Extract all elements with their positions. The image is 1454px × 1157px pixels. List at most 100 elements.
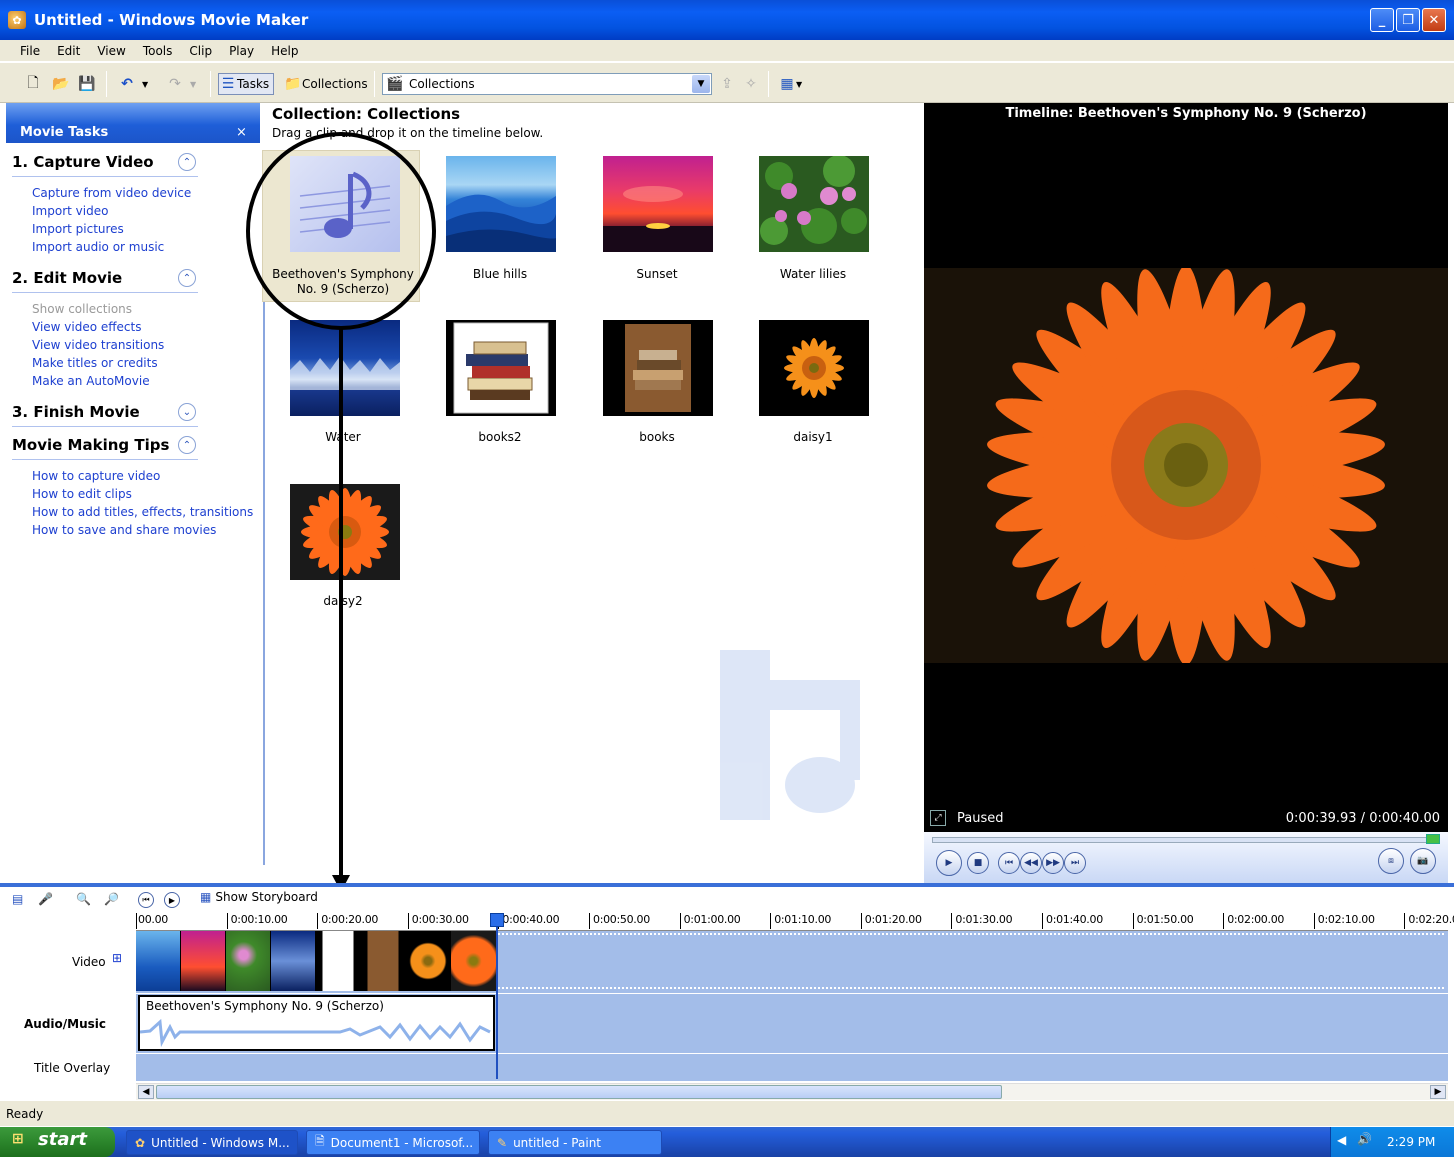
timeline-clip-sunset[interactable]	[181, 931, 226, 991]
restore-button[interactable]: ❐	[1396, 8, 1420, 32]
link-view-video-transitions[interactable]: View video transitions	[32, 338, 164, 352]
books2-image	[453, 322, 549, 414]
link-how-save[interactable]: How to save and share movies	[32, 523, 216, 537]
timeline-playhead[interactable]	[496, 913, 498, 1079]
menu-tools[interactable]: Tools	[143, 44, 173, 58]
minimize-button[interactable]: _	[1370, 8, 1394, 32]
zoom-in-icon[interactable]: 🔍	[76, 892, 91, 906]
scroll-right-icon[interactable]: ▶	[1430, 1085, 1446, 1099]
section-finish-movie[interactable]: 3. Finish Movie	[12, 403, 140, 421]
play-button[interactable]: ▶	[936, 850, 962, 876]
take-picture-button[interactable]: 📷	[1410, 848, 1436, 874]
title-overlay-track[interactable]	[136, 1054, 1448, 1081]
rewind-button[interactable]: ◀◀	[1020, 852, 1042, 874]
scroll-thumb[interactable]	[156, 1085, 1002, 1099]
tray-expand-icon[interactable]: ◀	[1337, 1133, 1346, 1147]
daisy-preview-image	[924, 103, 1448, 803]
open-project-button[interactable]: 📂	[52, 73, 70, 95]
timeline-ruler[interactable]: 00.00 0:00:10.00 0:00:20.00 0:00:30.00 0:00:…	[136, 913, 1454, 931]
clip-books2[interactable]	[446, 320, 556, 416]
menu-play[interactable]: Play	[229, 44, 254, 58]
collection-select[interactable]: 🎬 Collections ▼	[382, 73, 712, 95]
link-capture-from-device[interactable]: Capture from video device	[32, 186, 191, 200]
forward-button[interactable]: ▶▶	[1042, 852, 1064, 874]
views-button[interactable]: ▦ ▼	[778, 73, 802, 95]
audio-clip-beethoven[interactable]: Beethoven's Symphony No. 9 (Scherzo)	[138, 995, 495, 1051]
start-button[interactable]: ⊞ start	[0, 1127, 115, 1157]
timeline-horizontal-scrollbar[interactable]: ◀ ▶	[136, 1083, 1448, 1100]
link-import-video[interactable]: Import video	[32, 204, 108, 218]
link-how-capture[interactable]: How to capture video	[32, 469, 160, 483]
taskbar-item-word[interactable]: 🗎 Document1 - Microsof...	[306, 1130, 480, 1155]
section-edit-movie[interactable]: 2. Edit Movie	[12, 269, 122, 287]
link-import-pictures[interactable]: Import pictures	[32, 222, 124, 236]
tasks-toggle-button[interactable]: ☰ Tasks	[218, 73, 275, 95]
chevron-up-icon[interactable]: ⌃	[178, 153, 196, 171]
timeline-clip-books[interactable]	[361, 931, 406, 991]
video-track[interactable]	[136, 931, 1448, 993]
menu-help[interactable]: Help	[271, 44, 298, 58]
set-audio-levels-icon[interactable]: ▤	[12, 892, 23, 906]
chevron-up-icon[interactable]: ⌃	[178, 436, 196, 454]
audio-music-track[interactable]: Beethoven's Symphony No. 9 (Scherzo)	[136, 994, 1448, 1053]
taskbar-item-movie-maker[interactable]: ✿ Untitled - Windows M...	[126, 1130, 298, 1155]
ruler-tick-line	[226, 913, 228, 929]
annotation-overlay	[246, 132, 436, 892]
expand-video-track-icon[interactable]: ⊞	[112, 951, 122, 965]
split-clip-button[interactable]: ⧈	[1378, 848, 1404, 874]
menu-edit[interactable]: Edit	[57, 44, 80, 58]
chevron-down-icon: ▼	[692, 75, 710, 93]
menu-file[interactable]: File	[20, 44, 40, 58]
section-capture-video[interactable]: 1. Capture Video	[12, 153, 154, 171]
timeline-clip-water[interactable]	[271, 931, 316, 991]
clip-water-lilies[interactable]	[759, 156, 869, 252]
play-timeline-icon[interactable]: ▶	[164, 892, 180, 908]
clip-blue-hills[interactable]	[446, 156, 556, 252]
water-lilies-image	[760, 156, 867, 245]
storyboard-icon: ▦	[200, 890, 212, 904]
stop-button[interactable]: ■	[967, 852, 989, 874]
new-collection-button[interactable]: ✧	[742, 73, 760, 95]
section-movie-making-tips[interactable]: Movie Making Tips	[12, 436, 169, 454]
timeline-clip-daisy2[interactable]	[451, 931, 496, 991]
seek-slider[interactable]	[1426, 834, 1440, 844]
fullscreen-icon[interactable]: ⤢	[930, 810, 946, 826]
collections-toggle-button[interactable]: 📁 Collections	[284, 73, 367, 95]
new-project-button[interactable]: 🗋	[24, 73, 42, 95]
scroll-left-icon[interactable]: ◀	[138, 1085, 154, 1099]
clip-daisy1[interactable]	[759, 320, 869, 416]
timeline-clip-water-lilies[interactable]	[226, 931, 271, 991]
link-how-titles[interactable]: How to add titles, effects, transitions	[32, 505, 253, 519]
narrate-timeline-icon[interactable]: 🎤	[38, 892, 53, 906]
menu-view[interactable]: View	[97, 44, 125, 58]
volume-icon[interactable]: 🔊	[1357, 1132, 1372, 1146]
timeline-clip-blue-hills[interactable]	[136, 931, 181, 991]
undo-button[interactable]: ↶ ▼	[118, 73, 148, 95]
link-how-edit[interactable]: How to edit clips	[32, 487, 132, 501]
next-frame-button[interactable]: ⏭	[1064, 852, 1086, 874]
menu-clip[interactable]: Clip	[189, 44, 212, 58]
chevron-up-icon[interactable]: ⌃	[178, 269, 196, 287]
playhead-handle[interactable]	[490, 913, 504, 927]
save-project-button[interactable]: 💾	[78, 73, 96, 95]
previous-frame-button[interactable]: ⏮	[998, 852, 1020, 874]
clip-sunset[interactable]	[603, 156, 713, 252]
up-level-button[interactable]: ⇪	[718, 73, 736, 95]
link-import-audio[interactable]: Import audio or music	[32, 240, 164, 254]
timeline-clip-books2[interactable]	[316, 931, 361, 991]
link-view-video-effects[interactable]: View video effects	[32, 320, 141, 334]
link-make-titles[interactable]: Make titles or credits	[32, 356, 158, 370]
link-make-automovie[interactable]: Make an AutoMovie	[32, 374, 150, 388]
clip-books[interactable]	[603, 320, 713, 416]
rewind-timeline-icon[interactable]: ⏮	[138, 892, 154, 908]
taskbar-item-paint[interactable]: ✎ untitled - Paint	[488, 1130, 662, 1155]
show-storyboard-button[interactable]: ▦ Show Storyboard	[200, 890, 318, 904]
close-window-button[interactable]: ✕	[1422, 8, 1446, 32]
redo-button[interactable]: ↷ ▼	[166, 73, 196, 95]
ruler-tick-line	[407, 913, 409, 929]
chevron-down-icon[interactable]: ⌄	[178, 403, 196, 421]
zoom-out-icon[interactable]: 🔎	[104, 892, 119, 906]
timeline-clip-daisy1[interactable]	[406, 931, 451, 991]
ruler-tick-line	[1132, 913, 1134, 929]
ruler-tick-label: 0:02:10.00	[1317, 913, 1375, 926]
